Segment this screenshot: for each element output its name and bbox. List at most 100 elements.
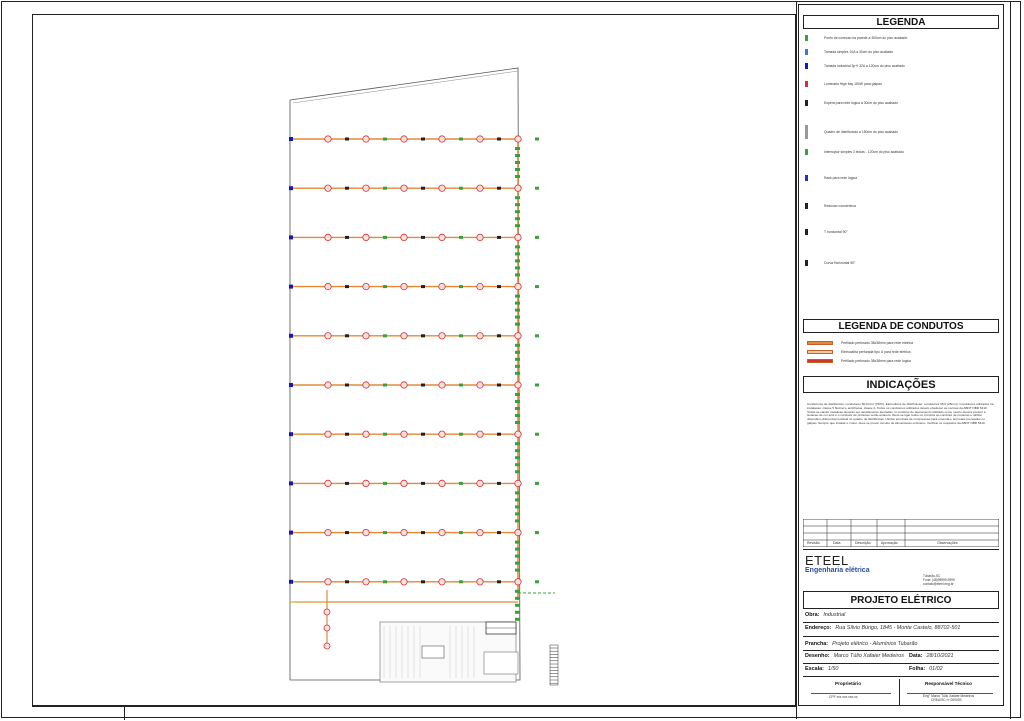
company-email: contato@eteel.eng.br [923,581,954,586]
outlet-icon [535,531,539,535]
outlet-icon [497,334,501,338]
switch-icon [515,449,520,453]
highbay-lamp-icon [805,81,818,87]
highbay-lamp-icon [323,608,331,616]
industrial-outlet-icon [289,530,293,535]
legend-item: Quadro de distribuicao a 150cm do piso a… [805,125,898,139]
switch-icon [515,603,520,607]
highbay-lamp-icon [476,135,484,143]
highbay-lamp-icon [514,578,522,586]
rev-col-revision: Revisão [807,541,820,545]
highbay-lamp-icon [438,233,446,241]
legend-item: Tomada simples 10A a 30cm do piso acabad… [805,49,893,55]
highbay-lamp-icon [438,135,446,143]
switch-icon [515,596,520,600]
legend-item: Reducao concentrica [805,203,856,209]
highbay-lamp-icon [400,578,408,586]
highbay-lamp-icon [362,135,370,143]
rev-col-notes: Observações [937,541,958,545]
outlet-icon [497,580,501,584]
outlet-icon [497,432,501,436]
revision-table: Revisão Data Descrição Aprovação Observa… [803,519,999,547]
highbay-lamp-icon [323,642,331,650]
highbay-lamp-icon [438,430,446,438]
industrial-outlet-icon [289,284,293,289]
annex-room [483,651,519,675]
annex-label-block [421,645,445,659]
legend-item-label: Interruptor simples 3 teclas - 120cm do … [824,150,904,154]
highbay-lamp-icon [514,381,522,389]
industrial-outlet-icon [289,383,293,387]
outlet-icon [459,235,463,239]
highbay-lamp-icon [362,381,370,389]
switch-icon [515,294,520,298]
switch-icon [515,259,520,263]
tech-label: Responsável Técnico [925,681,972,686]
switch-icon [515,266,520,270]
outlet-icon [345,235,349,239]
switch-icon [515,371,520,375]
highbay-lamp-icon [438,381,446,389]
switch-icon [515,301,520,305]
switch-icon [515,175,520,178]
outlet-icon [805,49,818,55]
prancha-value: Projeto elétrico - Alumínios Tubarão [832,641,918,647]
legend-item: Espera para rede logica a 30cm do piso a… [805,100,898,106]
outlet-icon [497,137,501,141]
outlet-icon [535,383,539,387]
data-value: 28/10/2021 [926,653,954,659]
outlet-icon [383,531,387,535]
highbay-lamp-icon [400,479,408,487]
highbay-lamp-icon [400,381,408,389]
outlet-icon [535,235,539,239]
outlet-icon [535,186,539,190]
switch-icon [515,568,520,572]
outlet-icon [421,235,425,239]
outlet-icon [421,432,425,436]
outlet-icon [459,137,463,141]
outlet-icon [345,285,349,289]
outlet-icon [459,432,463,436]
outlet-icon [497,531,501,535]
highbay-lamp-icon [476,479,484,487]
indications-title: INDICAÇÕES [803,376,999,393]
legend-item: Tomada industrial 3p+t 32A a 120cm do pi… [805,63,905,69]
outlet-icon [535,481,539,485]
legend-item-label: Ponto de conexao na parede a 300cm do pi… [824,36,908,40]
highbay-lamp-icon [362,578,370,586]
outlet-icon [497,383,501,387]
switch-icon [515,547,520,551]
switch-icon [515,407,520,410]
industrial-outlet-icon [289,579,293,584]
outlet-icon [345,432,349,436]
legend-title: LEGENDA [803,15,999,29]
outlet-icon [345,481,349,485]
outlet-icon [459,383,463,387]
conduit-swatch [807,341,833,345]
outlet-icon [345,137,349,141]
outlet-icon [383,481,387,485]
highbay-lamp-icon [324,578,332,586]
switch-icon [515,217,520,221]
switch-icon [515,498,520,502]
legend-item-label: T horizontal 90° [824,230,848,234]
highbay-lamp-icon [438,479,446,487]
highbay-lamp-icon [362,282,370,291]
outlet-icon [459,531,463,535]
switch-icon [515,308,520,312]
highbay-lamp-icon [324,430,332,438]
legend-item-label: Tomada simples 10A a 30cm do piso acabad… [824,50,894,54]
tee-icon [805,229,818,235]
outlet-icon [345,383,349,387]
highbay-lamp-icon [362,233,370,241]
highbay-lamp-icon [514,282,522,291]
switch-icon [515,322,520,326]
rack-icon [805,175,818,181]
switch-icon [515,245,520,249]
outlet-icon [421,580,425,584]
legend-item: Ponto de conexao na parede a 300cm do pi… [805,35,907,41]
legend-item: Luminaria High bay 150W para galpao [805,81,882,87]
conduit-label: Perfilado perfurado 38x38mm para rede el… [841,341,913,345]
elbow-icon [805,260,818,266]
highbay-lamp-icon [476,528,484,537]
